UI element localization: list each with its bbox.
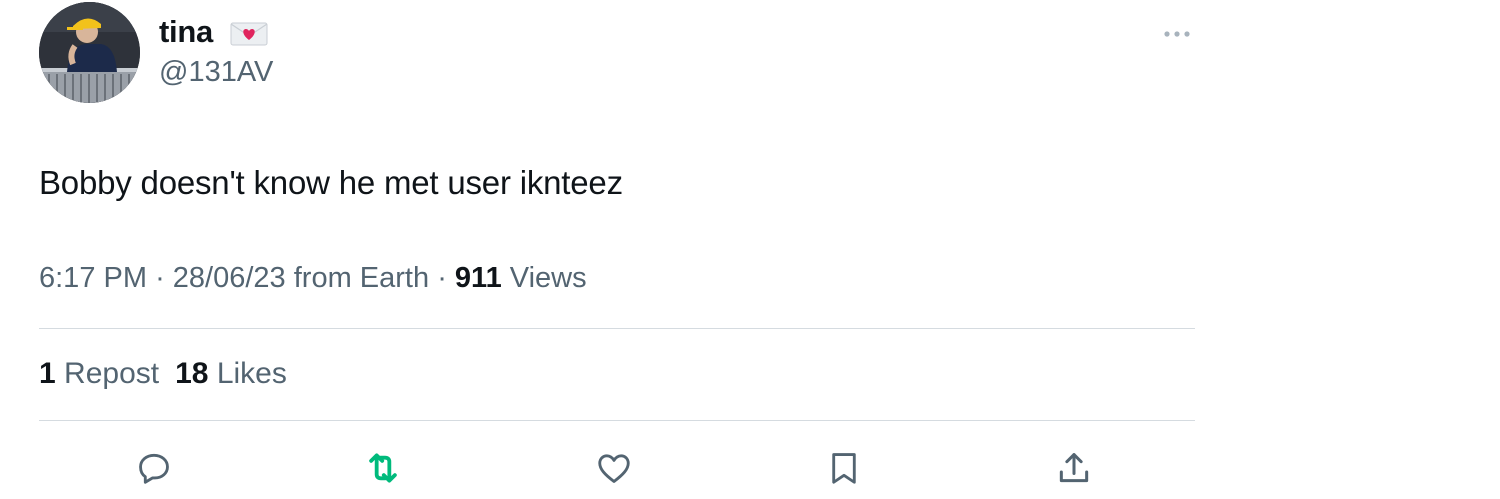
reposts-label: Repost xyxy=(64,357,160,390)
divider xyxy=(39,420,1195,421)
separator-dot: · xyxy=(437,262,447,294)
repost-icon xyxy=(369,453,397,483)
share-button[interactable] xyxy=(1052,446,1096,490)
tweet-detail: tina @131AV Bobby doesn't know he met us… xyxy=(0,0,1500,499)
views-label: Views xyxy=(509,262,587,294)
like-icon xyxy=(598,454,630,483)
bookmark-button[interactable] xyxy=(822,446,866,490)
user-handle[interactable]: @131AV xyxy=(159,56,273,89)
engagement-stats: 1 Repost 18 Likes xyxy=(39,357,287,391)
divider xyxy=(39,328,1195,329)
more-options-icon[interactable] xyxy=(1160,24,1194,44)
reposts-stat[interactable]: 1 Repost xyxy=(39,357,159,390)
display-name[interactable]: tina xyxy=(159,14,213,50)
share-icon xyxy=(1059,453,1089,483)
likes-label: Likes xyxy=(216,357,287,390)
reply-button[interactable] xyxy=(132,446,176,490)
reposts-count: 1 xyxy=(39,357,56,390)
reply-icon xyxy=(139,453,169,484)
tweet-date-source: 28/06/23 from Earth xyxy=(172,262,430,294)
bookmark-icon xyxy=(832,453,856,484)
views-count: 911 xyxy=(454,262,502,294)
like-button[interactable] xyxy=(592,446,636,490)
likes-stat[interactable]: 18 Likes xyxy=(175,357,287,390)
repost-button[interactable] xyxy=(361,446,405,490)
envelope-with-heart-icon xyxy=(230,22,268,46)
avatar[interactable] xyxy=(39,2,140,103)
avatar-photo xyxy=(39,2,140,103)
likes-count: 18 xyxy=(175,357,209,390)
tweet-time[interactable]: 6:17 PM xyxy=(39,262,147,294)
tweet-metadata: 6:17 PM · 28/06/23 from Earth · 911 View… xyxy=(39,262,587,295)
separator-dot: · xyxy=(155,262,165,294)
tweet-text: Bobby doesn't know he met user iknteez xyxy=(39,164,623,201)
